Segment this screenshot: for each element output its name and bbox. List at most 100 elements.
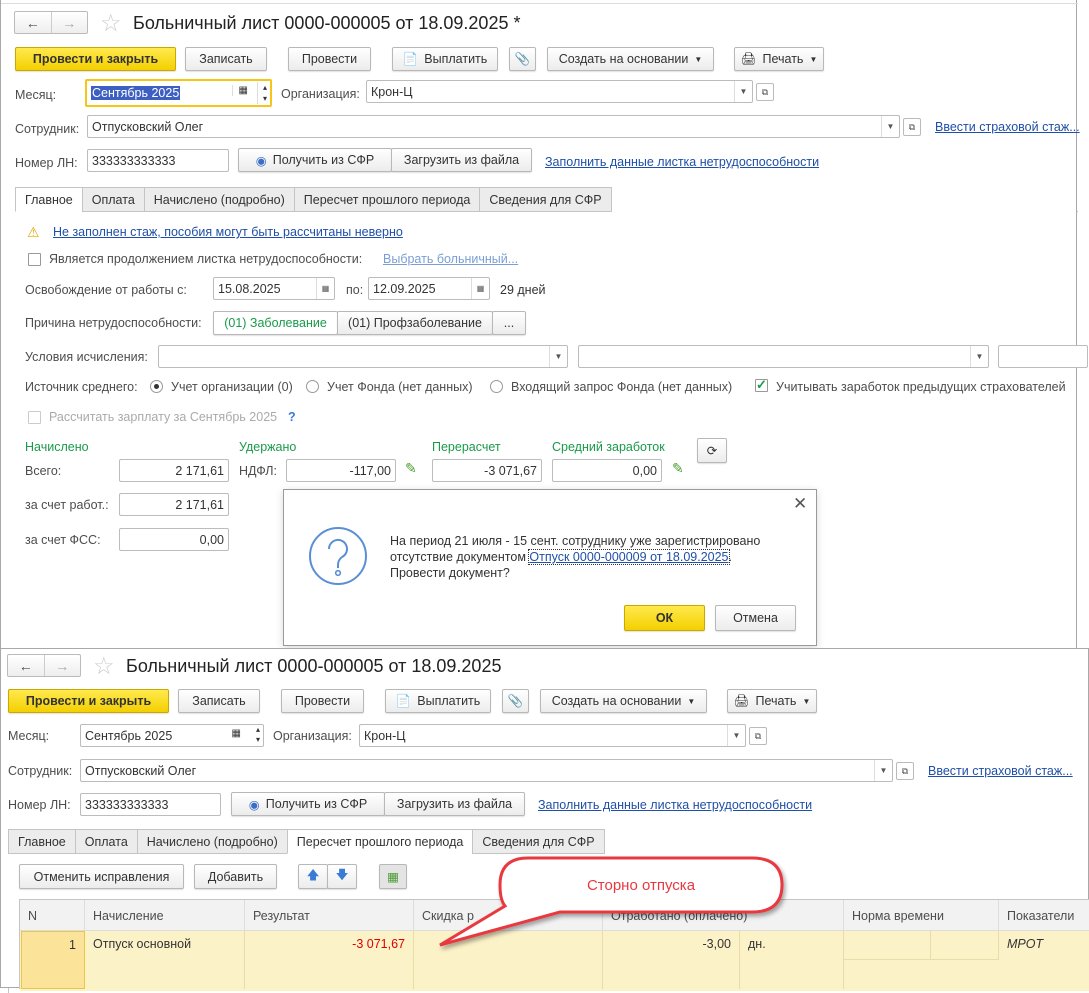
insurance-link[interactable]: Ввести страховой стаж... [928,764,1073,778]
tab-sfr-info[interactable]: Сведения для СФР [472,829,605,854]
back-icon[interactable]: ← [8,655,44,676]
get-sfr-button[interactable]: ◉ Получить из СФР [231,792,385,816]
tab-accrued-detail[interactable]: Начислено (подробно) [136,829,288,854]
open-org-icon[interactable]: ⧉ [756,83,774,101]
tab-payment[interactable]: Оплата [81,187,145,212]
date-to-field[interactable]: 12.09.2025 ▦ [368,277,490,300]
choose-sick-leave-link[interactable]: Выбрать больничный... [383,252,518,266]
condition-field-2[interactable]: ▼ [578,345,989,368]
col-n[interactable]: N [20,900,85,931]
get-sfr-button[interactable]: ◉ Получить из СФР [238,148,392,172]
continuation-checkbox[interactable] [28,253,41,266]
fill-data-link[interactable]: Заполнить данные листка нетрудоспособнос… [545,155,819,169]
back-icon[interactable]: ← [15,12,51,33]
col-accrual[interactable]: Начисление [85,900,245,931]
fill-data-link[interactable]: Заполнить данные листка нетрудоспособнос… [538,798,812,812]
col-indicators[interactable]: Показатели [999,900,1089,931]
insurance-link[interactable]: Ввести страховой стаж... [935,120,1080,134]
move-up-button[interactable]: 🡅 [298,864,328,889]
condition-field-3[interactable] [998,345,1088,368]
open-org-icon[interactable]: ⧉ [749,727,767,745]
print-button[interactable]: 🖨 Печать ▼ [734,47,824,71]
open-employee-icon[interactable]: ⧉ [903,118,921,136]
calc-salary-checkbox[interactable] [28,411,41,424]
ln-field[interactable]: 333333333333 [80,793,221,816]
help-icon[interactable]: ? [288,410,296,424]
recalc-field[interactable]: -3 071,67 [432,459,542,482]
pay-button[interactable]: 📄 Выплатить [385,689,491,713]
col-result[interactable]: Результат [245,900,414,931]
reason-illness-option[interactable]: (01) Заболевание [213,311,338,335]
tab-payment[interactable]: Оплата [74,829,138,854]
load-file-button[interactable]: Загрузить из файла [391,148,532,172]
create-based-button[interactable]: Создать на основании ▼ [540,689,707,713]
date-from-field[interactable]: 15.08.2025 ▦ [213,277,335,300]
attach-button[interactable]: 📎 [509,47,536,71]
reason-more-button[interactable]: ... [492,311,526,335]
dropdown-icon[interactable]: ▼ [874,760,892,781]
col-discount[interactable]: Скидка р [414,900,603,931]
dropdown-icon[interactable]: ▼ [549,346,567,367]
table-row[interactable]: 1 Отпуск основной -3 071,67 -3,00 дн. МР… [20,931,1089,991]
condition-field-1[interactable]: ▼ [158,345,568,368]
ln-field[interactable]: 333333333333 [87,149,229,172]
warning-link[interactable]: Не заполнен стаж, пособия могут быть рас… [53,225,403,239]
ndfl-field[interactable]: -117,00 [286,459,396,482]
dropdown-icon[interactable]: ▼ [734,81,752,102]
save-button[interactable]: Записать [185,47,267,71]
tab-recalc[interactable]: Пересчет прошлого периода [286,829,474,854]
open-employee-icon[interactable]: ⧉ [896,762,914,780]
close-icon[interactable]: ✕ [793,494,807,514]
dropdown-icon[interactable]: ▼ [881,116,899,137]
save-button[interactable]: Записать [178,689,260,713]
refresh-button[interactable]: ⟳ [697,438,727,463]
forward-icon[interactable]: → [50,12,88,33]
employer-field[interactable]: 2 171,61 [119,493,229,516]
tab-accrued-detail[interactable]: Начислено (подробно) [143,187,295,212]
pay-button[interactable]: 📄 Выплатить [392,47,498,71]
spin-icon[interactable]: ▴ ▾ [256,82,267,104]
org-field[interactable]: Крон-Ц ▼ [366,80,753,103]
total-field[interactable]: 2 171,61 [119,459,229,482]
add-button[interactable]: Добавить [194,864,277,889]
cancel-button[interactable]: Отмена [715,605,796,631]
table-settings-button[interactable]: ▦ [379,864,407,889]
dropdown-icon[interactable]: ▼ [727,725,745,746]
calendar-icon[interactable]: ▦ [231,85,248,96]
fss-field[interactable]: 0,00 [119,528,229,551]
move-down-button[interactable]: 🡇 [327,864,357,889]
reason-prof-option[interactable]: (01) Профзаболевание [337,311,493,335]
star-icon[interactable]: ☆ [93,652,115,681]
col-worked[interactable]: Отработано (оплачено) [603,900,844,931]
tab-sfr-info[interactable]: Сведения для СФР [479,187,612,212]
source-fund-radio[interactable] [306,380,319,393]
attach-button[interactable]: 📎 [502,689,529,713]
dropdown-icon[interactable]: ▼ [970,346,988,367]
month-field[interactable]: Сентябрь 2025 ▦ ▴ ▾ [85,79,272,107]
star-icon[interactable]: ☆ [100,9,122,38]
source-request-radio[interactable] [490,380,503,393]
edit-avg-pencil-icon[interactable]: ✎ [672,460,684,477]
vacation-document-link[interactable]: Отпуск 0000-000009 от 18.09.2025 [528,549,730,565]
ok-button[interactable]: ОК [624,605,705,631]
load-file-button[interactable]: Загрузить из файла [384,792,525,816]
tab-main[interactable]: Главное [15,187,83,212]
month-field[interactable]: Сентябрь 2025 ▦ ▴ ▾ [80,724,264,747]
calendar-icon[interactable]: ▦ [232,728,241,739]
avg-field[interactable]: 0,00 [552,459,662,482]
tab-recalc[interactable]: Пересчет прошлого периода [293,187,481,212]
org-field[interactable]: Крон-Ц ▼ [359,724,746,747]
prev-insurers-checkbox[interactable]: ✓ [755,378,768,392]
post-close-button[interactable]: Провести и закрыть [15,47,176,71]
tab-main[interactable]: Главное [8,829,76,854]
calendar-icon[interactable]: ▦ [471,278,489,299]
forward-icon[interactable]: → [43,655,81,676]
create-based-button[interactable]: Создать на основании ▼ [547,47,714,71]
post-close-button[interactable]: Провести и закрыть [8,689,169,713]
calendar-icon[interactable]: ▦ [316,278,334,299]
print-button[interactable]: 🖨 Печать ▼ [727,689,817,713]
post-button[interactable]: Провести [288,47,371,71]
source-org-radio[interactable] [150,380,163,393]
edit-ndfl-pencil-icon[interactable]: ✎ [405,460,417,477]
spin-icon[interactable]: ▴ ▾ [256,725,260,745]
